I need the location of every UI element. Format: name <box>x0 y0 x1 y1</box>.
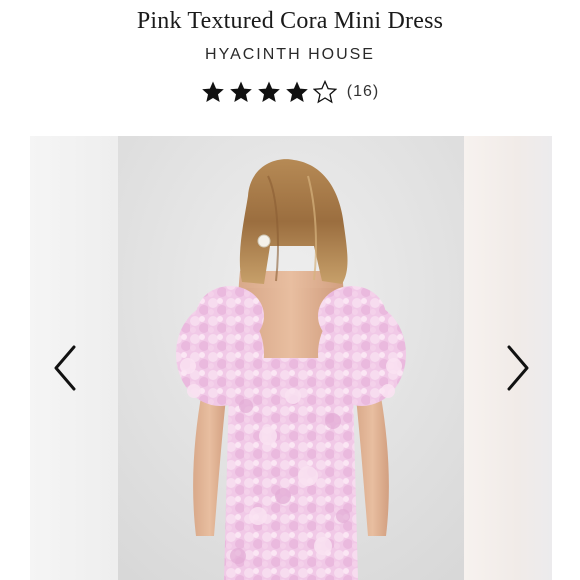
dress-model-photo <box>118 136 464 580</box>
star-filled-icon <box>201 81 224 102</box>
star-filled-icon <box>229 81 252 102</box>
product-page: Pink Textured Cora Mini Dress HYACINTH H… <box>0 0 580 580</box>
chevron-left-icon[interactable] <box>50 343 80 393</box>
star-filled-icon <box>257 81 280 102</box>
brand-name[interactable]: HYACINTH HOUSE <box>0 45 580 65</box>
product-image[interactable] <box>118 136 464 580</box>
star-filled-icon <box>285 81 308 102</box>
image-carousel[interactable] <box>0 136 580 580</box>
star-outline-icon <box>312 80 337 104</box>
review-count[interactable]: (16) <box>347 83 379 101</box>
chevron-right-icon[interactable] <box>503 343 533 393</box>
product-title: Pink Textured Cora Mini Dress <box>136 8 444 34</box>
rating-row[interactable]: (16) <box>0 80 580 104</box>
